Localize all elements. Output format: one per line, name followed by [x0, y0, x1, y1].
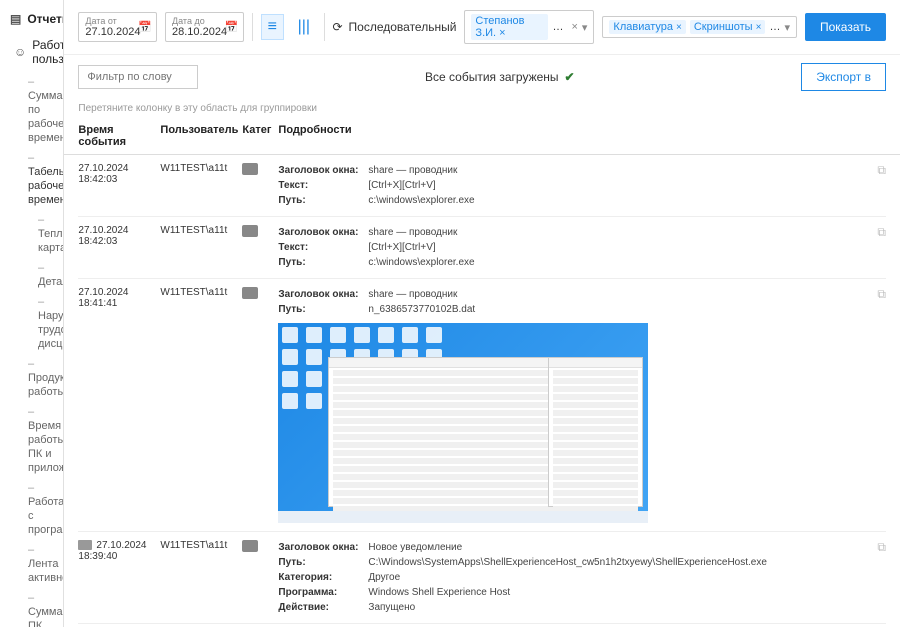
- copy-icon[interactable]: ⧉: [877, 540, 886, 615]
- category-badge: [242, 287, 258, 299]
- cell-time: 27.10.2024 18:42:03: [78, 163, 160, 208]
- copy-icon[interactable]: ⧉: [877, 225, 886, 270]
- cell-category: [242, 540, 278, 615]
- chevron-down-icon[interactable]: ▾: [784, 21, 790, 34]
- main: Дата от 27.10.2024 📅 Дата до 28.10.2024 …: [64, 0, 900, 627]
- category-filter[interactable]: Клавиатура× Скриншоты× … ▾: [602, 16, 797, 38]
- table-row[interactable]: 27.10.2024 18:41:41 W11TEST\a11t Заголов…: [78, 279, 886, 532]
- cell-details: Заголовок окна:share — проводникТекст:[C…: [278, 225, 877, 270]
- table-header: Время события Пользователь Катег Подробн…: [64, 118, 900, 155]
- screenshot-thumbnail[interactable]: [278, 323, 648, 523]
- sidebar-item[interactable]: –Лента активности: [10, 540, 53, 588]
- show-button[interactable]: Показать: [805, 13, 886, 41]
- sidebar-item[interactable]: –Время работы ПК и приложений: [10, 402, 53, 478]
- cell-user: W11TEST\a11t: [160, 287, 242, 523]
- sidebar-item[interactable]: –Табель рабочего времени: [10, 148, 53, 210]
- col-time[interactable]: Время события: [78, 124, 160, 148]
- cell-category: [242, 287, 278, 523]
- thumbnail-icon: [78, 540, 92, 550]
- category-badge: [242, 163, 258, 175]
- col-cat[interactable]: Катег: [242, 124, 278, 148]
- sidebar-item[interactable]: –Суммарный по рабочему времени: [10, 72, 53, 148]
- cell-user: W11TEST\a11t: [160, 163, 242, 208]
- sidebar-item[interactable]: –Продуктивность работы: [10, 354, 53, 402]
- date-from-input[interactable]: Дата от 27.10.2024 📅: [78, 12, 157, 42]
- cat-tag[interactable]: Скриншоты×: [690, 20, 766, 34]
- toolbar: Дата от 27.10.2024 📅 Дата до 28.10.2024 …: [64, 0, 900, 55]
- calendar-icon: 📅: [138, 21, 152, 34]
- copy-icon[interactable]: ⧉: [877, 163, 886, 208]
- table-row[interactable]: 27.10.2024 18:39:40 W11TEST\a11t Заголов…: [78, 532, 886, 624]
- cell-category: [242, 163, 278, 208]
- section-users-work-label: Работа пользователей: [32, 38, 64, 66]
- close-icon[interactable]: ×: [571, 21, 577, 33]
- calendar-icon: 📅: [225, 21, 239, 34]
- chevron-down-icon[interactable]: ▾: [582, 21, 588, 34]
- cell-time: 27.10.2024 18:39:40: [78, 540, 160, 615]
- sidebar-item[interactable]: –Детализация: [10, 258, 53, 292]
- cell-details: Заголовок окна:share — проводникТекст:[C…: [278, 163, 877, 208]
- table-row[interactable]: 27.10.2024 18:42:03 W11TEST\a11t Заголов…: [78, 155, 886, 217]
- cell-details: Заголовок окна:Новое уведомлениеПуть:C:\…: [278, 540, 877, 615]
- cell-details: Заголовок окна:share — проводникПуть:n_6…: [278, 287, 877, 523]
- status-loaded: Все события загружены✔: [425, 70, 575, 84]
- word-filter-input[interactable]: [78, 65, 198, 89]
- view-columns-button[interactable]: |||: [292, 14, 316, 40]
- sidebar-item[interactable]: –Тепловая карта: [10, 210, 53, 258]
- refresh-icon: ⟳: [332, 20, 342, 34]
- user-icon: ☺: [14, 45, 26, 59]
- col-user[interactable]: Пользователь: [160, 124, 242, 148]
- sidebar: ▤ Отчеты ⌃ ☺ Работа пользователей ⌃ –Сум…: [0, 0, 64, 627]
- group-hint: Перетяните колонку в эту область для гру…: [64, 99, 900, 118]
- check-icon: ✔: [565, 70, 575, 84]
- cell-user: W11TEST\a11t: [160, 540, 242, 615]
- sidebar-item[interactable]: –Суммарный ПК, продуктивность, принтер: [10, 588, 53, 627]
- section-reports[interactable]: ▤ Отчеты ⌃: [10, 6, 53, 32]
- tree-users-work: –Суммарный по рабочему времени –Табель р…: [10, 72, 53, 627]
- col-details[interactable]: Подробности: [278, 124, 886, 148]
- export-button[interactable]: Экспорт в: [801, 63, 886, 91]
- cell-category: [242, 225, 278, 270]
- category-badge: [242, 540, 258, 552]
- cat-tag[interactable]: Клавиатура×: [609, 20, 685, 34]
- filter-row: Все события загружены✔ Экспорт в: [64, 55, 900, 99]
- mode-sequential[interactable]: ⟳ Последовательный: [332, 20, 456, 34]
- cell-user: W11TEST\a11t: [160, 225, 242, 270]
- event-list[interactable]: 27.10.2024 18:42:03 W11TEST\a11t Заголов…: [64, 155, 900, 627]
- sidebar-item[interactable]: –Работа с программами: [10, 478, 53, 540]
- copy-icon[interactable]: ⧉: [877, 287, 886, 523]
- section-reports-label: Отчеты: [27, 12, 64, 26]
- date-to-input[interactable]: Дата до 28.10.2024 📅: [165, 12, 244, 42]
- user-tag[interactable]: Степанов З.И. ×: [471, 14, 548, 40]
- view-list-button[interactable]: ≡: [261, 14, 285, 40]
- report-icon: ▤: [10, 12, 21, 26]
- sidebar-item[interactable]: –Нарушения трудовой дисциплины: [10, 292, 53, 354]
- cell-time: 27.10.2024 18:41:41: [78, 287, 160, 523]
- user-filter[interactable]: Степанов З.И. × … × ▾: [464, 10, 594, 44]
- cell-time: 27.10.2024 18:42:03: [78, 225, 160, 270]
- category-badge: [242, 225, 258, 237]
- section-users-work[interactable]: ☺ Работа пользователей ⌃: [10, 32, 53, 72]
- table-row[interactable]: 27.10.2024 18:42:03 W11TEST\a11t Заголов…: [78, 217, 886, 279]
